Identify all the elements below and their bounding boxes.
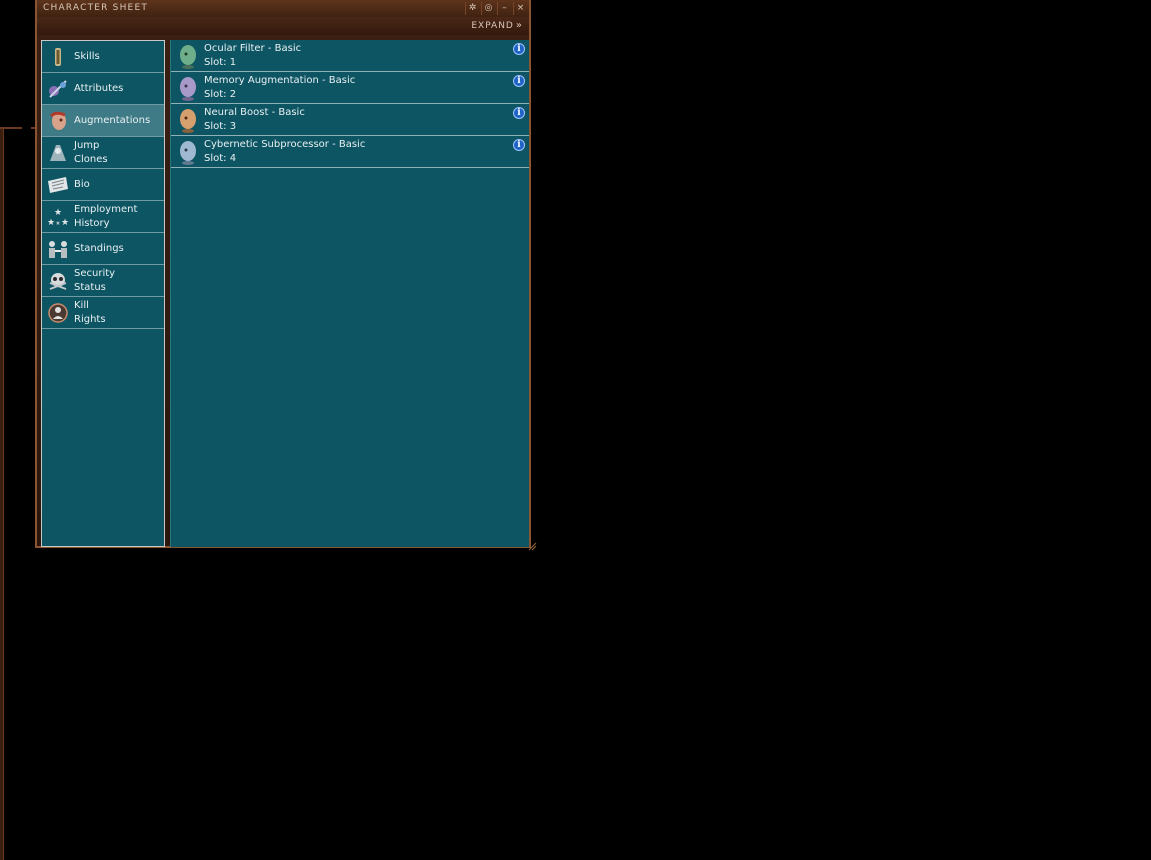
- sidebar-item-standings[interactable]: Standings: [42, 233, 164, 265]
- sidebar-item-label: Skills: [74, 51, 100, 62]
- sidebar-item-label: Standings: [74, 243, 124, 254]
- sidebar-item-label: Jump Clones: [74, 140, 108, 165]
- sidebar-item-label: Bio: [74, 179, 90, 190]
- sidebar-item-attributes[interactable]: Attributes: [42, 73, 164, 105]
- sidebar-item-label: Kill Rights: [74, 300, 106, 325]
- settings-icon[interactable]: ✲: [465, 2, 479, 15]
- list-item[interactable]: Cybernetic Subprocessor - Basic Slot: 4 …: [171, 136, 529, 168]
- screen-edge-tick: [0, 127, 22, 129]
- implant-head-blue-icon: [180, 141, 196, 165]
- sidebar-item-label: Employment History: [74, 204, 138, 229]
- sidebar-item-skills[interactable]: Skills: [42, 41, 164, 73]
- window-controls: ✲ ◎ – ×: [465, 2, 527, 15]
- security-status-icon: [49, 273, 67, 290]
- sidebar-item-employment-history[interactable]: ★ ★ ★ ★ Employment History: [42, 201, 164, 233]
- close-icon[interactable]: ×: [513, 2, 527, 15]
- double-chevron-down-icon: »: [515, 20, 523, 31]
- info-icon[interactable]: i: [513, 75, 525, 87]
- skills-icon: [55, 48, 61, 66]
- sidebar-item-security-status[interactable]: Security Status: [42, 265, 164, 297]
- implant-slot: Slot: 1: [204, 57, 237, 68]
- sidebar: Skills Attributes Augmentations Jump Clo…: [41, 40, 165, 547]
- target-icon[interactable]: ◎: [481, 2, 495, 15]
- svg-text:★: ★: [55, 220, 60, 227]
- kill-rights-icon: [48, 303, 68, 323]
- sidebar-item-jump-clones[interactable]: Jump Clones: [42, 137, 164, 169]
- info-icon[interactable]: i: [513, 107, 525, 119]
- svg-text:★: ★: [54, 208, 62, 218]
- implant-head-orange-icon: [180, 109, 196, 133]
- implant-slot: Slot: 3: [204, 121, 237, 132]
- expand-label: EXPAND: [471, 21, 514, 31]
- attributes-icon: [49, 80, 67, 98]
- employment-history-icon: ★ ★ ★ ★: [47, 208, 69, 228]
- implant-name: Cybernetic Subprocessor - Basic: [204, 139, 366, 150]
- svg-text:★: ★: [47, 218, 55, 228]
- window-title: CHARACTER SHEET: [43, 3, 149, 13]
- svg-text:★: ★: [61, 218, 69, 228]
- sidebar-item-label: Security Status: [74, 268, 116, 293]
- standings-icon: [49, 241, 67, 258]
- implant-slot: Slot: 4: [204, 153, 237, 164]
- augmentations-list: Ocular Filter - Basic Slot: 1 i Memory A…: [170, 40, 529, 547]
- sidebar-item-bio[interactable]: Bio: [42, 169, 164, 201]
- sidebar-item-label: Augmentations: [74, 115, 151, 126]
- augmentations-icon: [49, 111, 66, 130]
- implant-name: Memory Augmentation - Basic: [204, 75, 356, 86]
- sidebar-item-kill-rights[interactable]: Kill Rights: [42, 297, 164, 329]
- bio-icon: [48, 177, 68, 193]
- jump-clones-icon: [50, 145, 66, 161]
- implant-head-purple-icon: [180, 77, 196, 101]
- window-subbar: EXPAND»: [37, 17, 529, 35]
- info-icon[interactable]: i: [513, 139, 525, 151]
- implant-head-green-icon: [180, 45, 196, 69]
- window-titlebar[interactable]: CHARACTER SHEET ✲ ◎ – ×: [37, 0, 529, 18]
- sidebar-item-label: Attributes: [74, 83, 124, 94]
- minimize-icon[interactable]: –: [497, 2, 511, 15]
- implant-name: Neural Boost - Basic: [204, 107, 305, 118]
- screen-edge-line: [0, 128, 4, 860]
- list-item[interactable]: Memory Augmentation - Basic Slot: 2 i: [171, 72, 529, 104]
- sidebar-item-augmentations[interactable]: Augmentations: [42, 105, 164, 137]
- info-icon[interactable]: i: [513, 43, 525, 55]
- list-item[interactable]: Ocular Filter - Basic Slot: 1 i: [171, 40, 529, 72]
- character-sheet-window: CHARACTER SHEET ✲ ◎ – × EXPAND» Skills A…: [35, 0, 531, 548]
- list-item[interactable]: Neural Boost - Basic Slot: 3 i: [171, 104, 529, 136]
- implant-slot: Slot: 2: [204, 89, 237, 100]
- expand-button[interactable]: EXPAND»: [471, 20, 523, 31]
- resize-handle-icon[interactable]: [527, 541, 537, 551]
- implant-name: Ocular Filter - Basic: [204, 43, 302, 54]
